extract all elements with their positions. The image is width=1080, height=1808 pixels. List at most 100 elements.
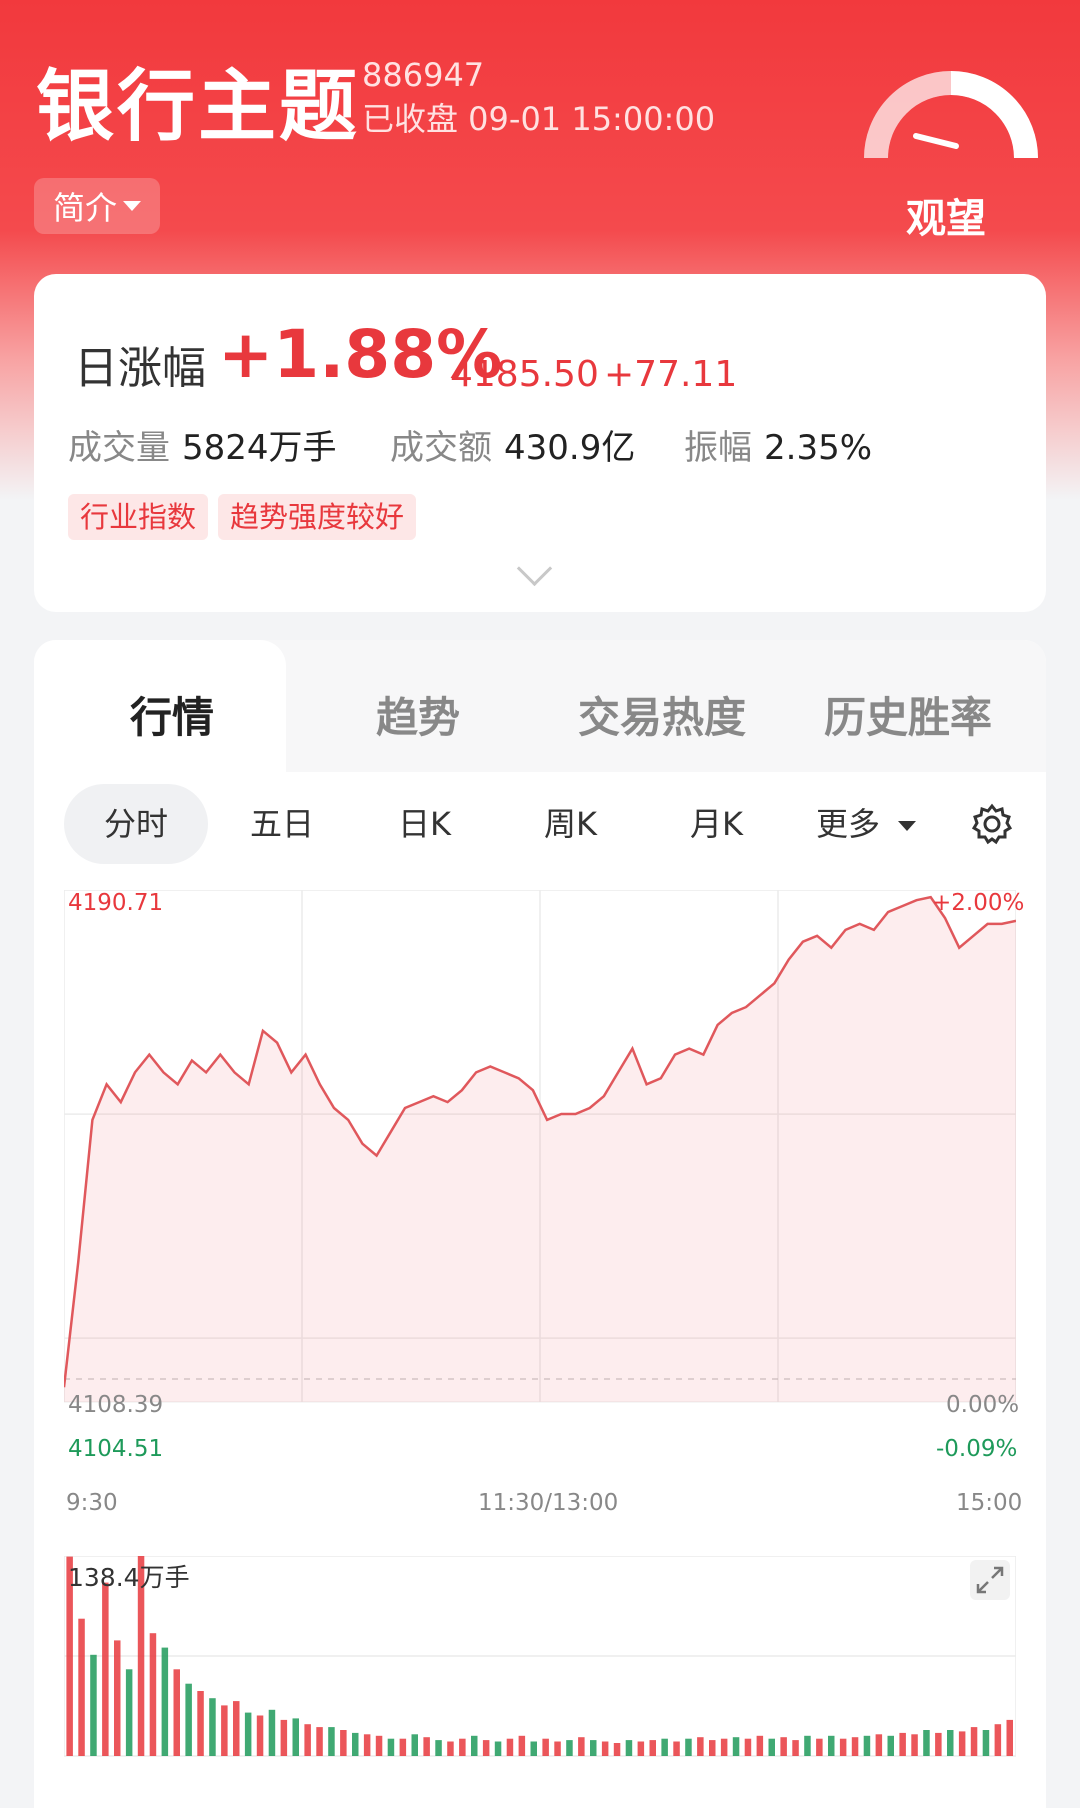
volume-bar — [375, 1735, 383, 1756]
chevron-down-icon — [898, 821, 917, 831]
volume-bar — [637, 1741, 645, 1756]
volume-bar — [958, 1731, 966, 1756]
volume-bar — [244, 1712, 252, 1756]
volume-bar — [851, 1737, 859, 1756]
intraday-price-chart[interactable] — [64, 890, 1016, 1530]
tab-market[interactable]: 行情 — [130, 684, 214, 745]
volume-bar — [887, 1735, 894, 1756]
volume-bar — [756, 1735, 764, 1756]
volume-bar — [256, 1715, 264, 1756]
volume-bar — [732, 1737, 740, 1756]
volume-bar — [363, 1734, 371, 1756]
last-price: 4185.50 — [450, 354, 599, 395]
volume-bar — [744, 1738, 752, 1756]
volume-bar — [280, 1719, 288, 1756]
volume-bar — [839, 1738, 847, 1756]
y-label-base: 4108.39 — [68, 1392, 164, 1418]
volume-bar — [673, 1741, 680, 1756]
y-label-high: 4190.71 — [68, 890, 164, 916]
expand-icon[interactable] — [970, 1560, 1010, 1600]
volume-bar — [340, 1730, 347, 1756]
volume-bar — [447, 1741, 454, 1756]
subtab-five-day[interactable]: 五日 — [250, 784, 314, 864]
volume-bar — [875, 1734, 883, 1756]
volume-bar — [494, 1741, 502, 1756]
volume-bar — [114, 1640, 121, 1756]
x-tick-open: 9:30 — [66, 1490, 118, 1516]
y-label-high-pct: +2.00% — [932, 890, 1025, 916]
volume-bar — [828, 1735, 835, 1756]
volume-bar — [411, 1734, 418, 1756]
volume-label: 成交量 — [68, 428, 170, 468]
volume-bar — [863, 1735, 871, 1756]
subtab-weekly-k[interactable]: 周K — [544, 784, 597, 864]
amplitude-value: 2.35% — [764, 428, 873, 468]
volume-bar — [459, 1738, 466, 1756]
volume-bar — [792, 1740, 799, 1756]
volume-bar — [233, 1701, 240, 1756]
sentiment-label: 观望 — [906, 196, 986, 242]
volume-bar — [530, 1741, 537, 1756]
volume-bar — [697, 1737, 704, 1756]
volume-bar — [911, 1734, 918, 1756]
volume-bar — [435, 1740, 442, 1756]
market-card: 行情 趋势 交易热度 历史胜率 分时 五日 日K 周K 月K 更多 4190.7… — [34, 640, 1046, 1808]
volume-bar — [613, 1743, 621, 1756]
summary-card: 日涨幅 +1.88% 4185.50 +77.11 成交量 5824万手 成交额 4… — [34, 274, 1046, 612]
volume-bar — [816, 1738, 823, 1756]
volume-bar — [554, 1741, 561, 1756]
volume-bar — [506, 1738, 514, 1756]
subtab-more[interactable]: 更多 — [816, 784, 917, 864]
volume-bar — [471, 1735, 478, 1756]
volume-bar — [423, 1737, 430, 1756]
period-subtabs: 分时 五日 日K 周K 月K 更多 — [34, 784, 1046, 874]
volume-bar — [923, 1730, 930, 1756]
subtab-intraday[interactable]: 分时 — [64, 784, 208, 864]
y-label-low: 4104.51 — [68, 1436, 164, 1462]
turnover-stat: 成交额 430.9亿 — [390, 420, 635, 469]
tab-history-winrate[interactable]: 历史胜率 — [824, 684, 992, 745]
tab-trend[interactable]: 趋势 — [376, 684, 460, 745]
tag-trend-strength[interactable]: 趋势强度较好 — [218, 494, 417, 540]
subtab-daily-k[interactable]: 日K — [398, 784, 451, 864]
volume-bar — [292, 1718, 299, 1756]
y-label-base-pct: 0.00% — [946, 1392, 1020, 1418]
volume-bar — [399, 1738, 407, 1756]
volume-bar — [720, 1738, 728, 1756]
rise-label: 日涨幅 — [74, 343, 206, 394]
volume-bar — [947, 1730, 954, 1756]
volume-bar — [316, 1727, 323, 1756]
volume-bar — [185, 1683, 192, 1756]
page-title: 银行主题 — [36, 62, 361, 152]
volume-max-label: 138.4万手 — [68, 1563, 190, 1592]
subtab-more-label: 更多 — [816, 805, 881, 843]
volume-bar — [804, 1735, 811, 1756]
volume-bar — [625, 1740, 633, 1756]
index-code: 886947 — [362, 56, 485, 94]
volume-bar — [173, 1669, 180, 1756]
amplitude-label: 振幅 — [684, 428, 752, 468]
volume-bar — [387, 1738, 395, 1756]
chevron-down-icon — [123, 201, 141, 211]
subtab-monthly-k[interactable]: 月K — [690, 784, 743, 864]
volume-chart[interactable] — [64, 1556, 1016, 1768]
volume-bar — [649, 1740, 656, 1756]
volume-bar — [78, 1618, 85, 1756]
expand-chevron-icon[interactable] — [516, 550, 553, 587]
volume-bar — [197, 1691, 204, 1756]
intro-button-label: 简介 — [52, 189, 117, 227]
volume-bar — [994, 1724, 1002, 1756]
intro-button[interactable]: 简介 — [34, 178, 160, 234]
tag-industry-index[interactable]: 行业指数 — [68, 494, 209, 540]
volume-stat: 成交量 5824万手 — [68, 420, 337, 469]
volume-bar — [268, 1709, 276, 1756]
volume-bar — [328, 1727, 335, 1756]
gear-icon[interactable] — [970, 802, 1014, 846]
volume-bar — [709, 1740, 716, 1756]
market-status: 已收盘 09-01 15:00:00 — [362, 100, 716, 138]
volume-bar — [578, 1737, 585, 1756]
volume-bar — [566, 1740, 573, 1756]
turnover-value: 430.9亿 — [504, 428, 636, 468]
volume-value: 5824万手 — [182, 428, 337, 468]
tab-trade-heat[interactable]: 交易热度 — [578, 684, 746, 745]
